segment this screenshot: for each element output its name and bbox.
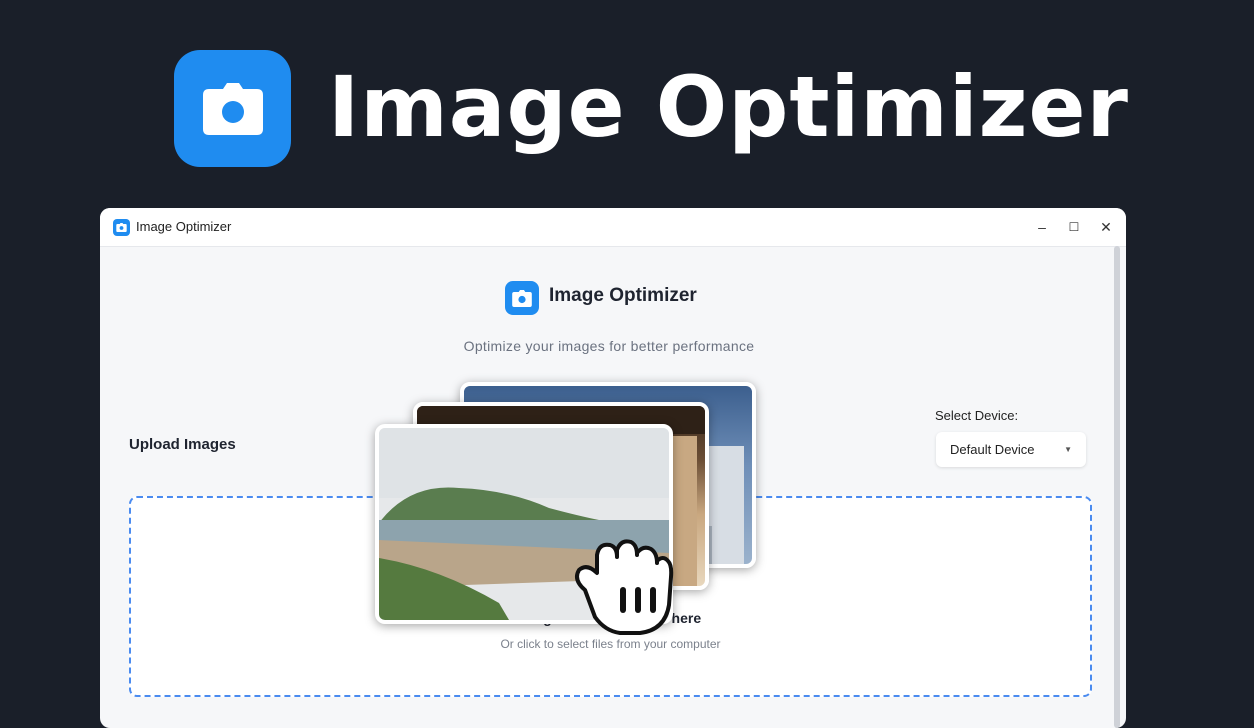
camera-icon xyxy=(116,223,127,232)
hero-app-icon xyxy=(174,50,291,167)
title-bar: Image Optimizer – ☐ ✕ xyxy=(100,208,1126,247)
app-logo xyxy=(505,281,539,315)
grab-hand-cursor-icon xyxy=(575,539,674,635)
caret-down-icon: ▼ xyxy=(1064,445,1072,454)
app-title: Image Optimizer xyxy=(549,285,697,306)
app-subtitle: Optimize your images for better performa… xyxy=(463,338,755,354)
dropzone-subtext: Or click to select files from your compu… xyxy=(500,637,721,651)
close-button[interactable]: ✕ xyxy=(1096,217,1116,237)
maximize-button[interactable]: ☐ xyxy=(1064,217,1084,237)
window-app-icon xyxy=(113,219,130,236)
camera-icon xyxy=(202,82,263,135)
minimize-button[interactable]: – xyxy=(1032,217,1052,237)
upload-images-heading: Upload Images xyxy=(129,436,236,453)
hero-title: Image Optimizer xyxy=(328,58,1129,156)
maximize-icon: ☐ xyxy=(1068,220,1080,234)
close-icon: ✕ xyxy=(1100,218,1112,235)
window-title: Image Optimizer xyxy=(136,219,232,234)
camera-icon xyxy=(512,289,532,307)
device-select[interactable]: Default Device ▼ xyxy=(936,432,1086,467)
minimize-icon: – xyxy=(1038,219,1046,235)
select-device-label: Select Device: xyxy=(935,408,1019,423)
scrollbar[interactable] xyxy=(1114,246,1120,728)
device-select-value: Default Device xyxy=(950,442,1035,457)
